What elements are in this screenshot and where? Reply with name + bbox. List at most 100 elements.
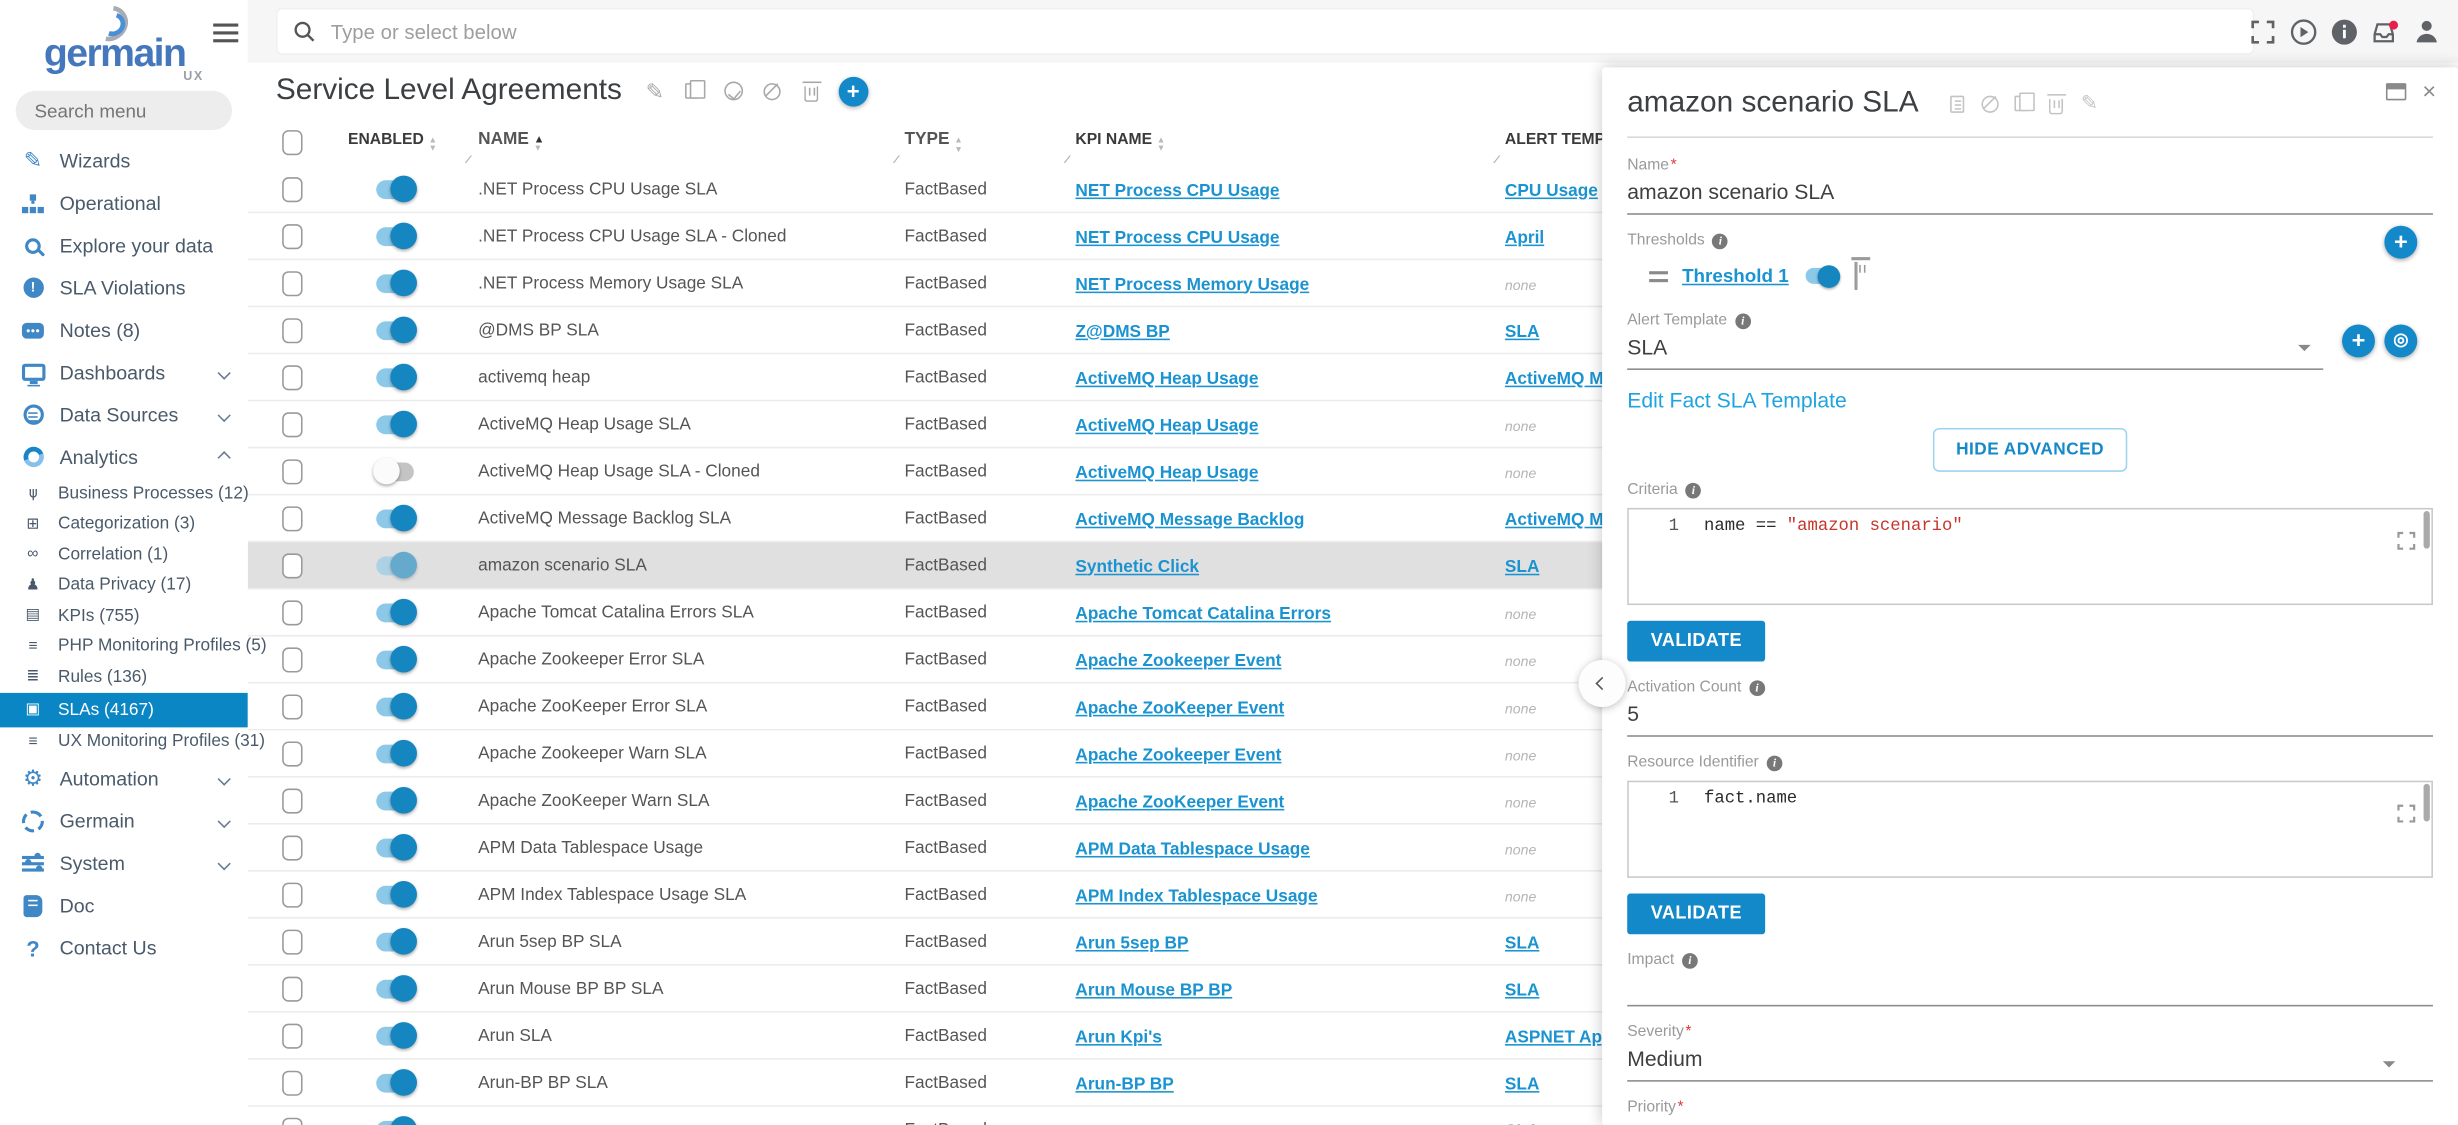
editor-scrollbar[interactable] bbox=[2424, 784, 2430, 822]
sidebar-item-php-monitoring-profiles-5-[interactable]: ≡PHP Monitoring Profiles (5) bbox=[0, 631, 248, 662]
table-row[interactable]: @DMS BP SLAFactBasedZ@DMS BPSLA bbox=[248, 307, 1834, 354]
row-checkbox[interactable] bbox=[282, 223, 302, 248]
kpi-link[interactable]: Apache Tomcat Catalina Errors bbox=[1075, 604, 1331, 623]
severity-select[interactable]: Medium bbox=[1627, 1041, 2433, 1082]
kpi-link[interactable]: ActiveMQ Heap Usage bbox=[1075, 463, 1258, 482]
delete-icon[interactable] bbox=[799, 78, 824, 103]
duplicate-icon[interactable] bbox=[682, 78, 707, 103]
validate-resource-button[interactable]: VALIDATE bbox=[1627, 894, 1765, 935]
sidebar-item-operational[interactable]: Operational bbox=[0, 182, 248, 224]
header-type[interactable]: TYPE▲▼ bbox=[905, 130, 1076, 155]
table-row[interactable]: Arun Mouse BP BP SLAFactBasedArun Mouse … bbox=[248, 966, 1834, 1013]
validate-criteria-button[interactable]: VALIDATE bbox=[1627, 621, 1765, 662]
table-row[interactable]: activemq heapFactBasedActiveMQ Heap Usag… bbox=[248, 354, 1834, 401]
select-all-checkbox[interactable] bbox=[282, 130, 302, 155]
enabled-toggle[interactable] bbox=[376, 179, 414, 198]
kpi-link[interactable]: Apache ZooKeeper Event bbox=[1075, 792, 1284, 811]
enabled-toggle[interactable] bbox=[376, 650, 414, 669]
enabled-toggle[interactable] bbox=[376, 979, 414, 998]
close-panel-icon[interactable]: × bbox=[2422, 80, 2436, 104]
table-row[interactable]: ActiveMQ Heap Usage SLA - ClonedFactBase… bbox=[248, 448, 1834, 495]
column-resize-handle[interactable]: ∕∕ bbox=[467, 155, 468, 166]
sidebar-item-correlation-1-[interactable]: ∞Correlation (1) bbox=[0, 539, 248, 570]
row-checkbox[interactable] bbox=[282, 647, 302, 672]
header-enabled[interactable]: ENABLED▲▼ bbox=[320, 131, 477, 155]
sidebar-item-explore-your-data[interactable]: Explore your data bbox=[0, 224, 248, 266]
row-checkbox[interactable] bbox=[282, 1117, 302, 1125]
row-checkbox[interactable] bbox=[282, 976, 302, 1001]
enabled-toggle[interactable] bbox=[376, 274, 414, 293]
kpi-link[interactable]: Z@DMS BP bbox=[1075, 322, 1169, 341]
target-alert-template-button[interactable]: ◎ bbox=[2384, 324, 2417, 357]
edit-fact-sla-template-link[interactable]: Edit Fact SLA Template bbox=[1627, 389, 2433, 413]
kpi-link[interactable]: ActiveMQ Heap Usage bbox=[1075, 369, 1258, 388]
delete-icon[interactable] bbox=[2046, 92, 2066, 114]
delete-threshold-icon[interactable] bbox=[1855, 262, 1858, 290]
row-checkbox[interactable] bbox=[282, 459, 302, 484]
threshold-toggle[interactable] bbox=[1806, 268, 1838, 284]
sidebar-item-ux-monitoring-profiles-31-[interactable]: ≡UX Monitoring Profiles (31) bbox=[0, 727, 248, 758]
table-row[interactable]: .NET Process Memory Usage SLAFactBasedNE… bbox=[248, 260, 1834, 307]
enabled-toggle[interactable] bbox=[376, 932, 414, 951]
table-row[interactable]: Apache Zookeeper Warn SLAFactBasedApache… bbox=[248, 731, 1834, 778]
global-search-input[interactable] bbox=[328, 18, 2237, 45]
row-checkbox[interactable] bbox=[282, 788, 302, 813]
row-checkbox[interactable] bbox=[282, 364, 302, 389]
enabled-toggle[interactable] bbox=[376, 321, 414, 340]
alert-template-select[interactable]: SLA bbox=[1627, 329, 2323, 370]
alert-template-link[interactable]: SLA bbox=[1505, 1122, 1539, 1125]
sidebar-item-system[interactable]: System bbox=[0, 842, 248, 884]
row-checkbox[interactable] bbox=[282, 835, 302, 860]
row-checkbox[interactable] bbox=[282, 882, 302, 907]
fullscreen-icon[interactable] bbox=[2250, 18, 2277, 45]
activation-count-field[interactable]: 5 bbox=[1627, 696, 2433, 737]
sidebar-item-notes-8-[interactable]: Notes (8) bbox=[0, 309, 248, 351]
user-profile-icon[interactable] bbox=[2413, 18, 2440, 45]
row-checkbox[interactable] bbox=[282, 412, 302, 437]
kpi-link[interactable]: ActiveMQ Heap Usage bbox=[1075, 416, 1258, 435]
sidebar-item-rules-136-[interactable]: ≣Rules (136) bbox=[0, 662, 248, 693]
alert-template-link[interactable]: SLA bbox=[1505, 322, 1539, 341]
header-kpi[interactable]: KPI NAME▲▼ bbox=[1075, 131, 1505, 155]
header-name[interactable]: NAME▲▼ bbox=[477, 131, 905, 155]
table-row[interactable]: ActiveMQ Message Backlog SLAFactBasedAct… bbox=[248, 495, 1834, 542]
sidebar-item-categorization-3-[interactable]: ⊞Categorization (3) bbox=[0, 509, 248, 540]
sidebar-item-automation[interactable]: ⚙Automation bbox=[0, 757, 248, 799]
alert-template-link[interactable]: SLA bbox=[1505, 557, 1539, 576]
enabled-toggle[interactable] bbox=[376, 885, 414, 904]
sidebar-item-dashboards[interactable]: Dashboards bbox=[0, 351, 248, 393]
table-row[interactable]: Arun SLAFactBasedArun Kpi'sASPNET Appli bbox=[248, 1013, 1834, 1060]
sidebar-item-germain[interactable]: Germain bbox=[0, 799, 248, 841]
row-checkbox[interactable] bbox=[282, 929, 302, 954]
enabled-toggle[interactable] bbox=[376, 1120, 414, 1125]
sidebar-item-business-processes-12-[interactable]: ⋔Business Processes (12) bbox=[0, 478, 248, 509]
row-checkbox[interactable] bbox=[282, 1023, 302, 1048]
enabled-toggle[interactable] bbox=[376, 415, 414, 434]
enabled-toggle[interactable] bbox=[376, 697, 414, 716]
row-checkbox[interactable] bbox=[282, 176, 302, 201]
editor-scrollbar[interactable] bbox=[2424, 511, 2430, 549]
row-checkbox[interactable] bbox=[282, 694, 302, 719]
kpi-link[interactable]: Arun 5sep BP bbox=[1075, 934, 1188, 953]
kpi-link[interactable]: Apache Zookeeper Event bbox=[1075, 651, 1281, 670]
column-resize-handle[interactable]: ∕∕ bbox=[895, 155, 896, 166]
enabled-toggle[interactable] bbox=[376, 227, 414, 246]
kpi-link[interactable]: NET Process CPU Usage bbox=[1075, 181, 1279, 200]
alert-template-link[interactable]: SLA bbox=[1505, 981, 1539, 1000]
table-row[interactable]: APM Index Tablespace Usage SLAFactBasedA… bbox=[248, 872, 1834, 919]
alert-template-link[interactable]: CPU Usage bbox=[1505, 181, 1598, 200]
sidebar-item-kpis-755-[interactable]: ▤KPIs (755) bbox=[0, 600, 248, 631]
kpi-link[interactable]: Arun-BP BP bbox=[1075, 1075, 1173, 1094]
table-row[interactable]: amazon scenario SLAFactBasedSynthetic Cl… bbox=[248, 542, 1834, 589]
kpi-link[interactable]: APM Index Tablespace Usage bbox=[1075, 886, 1317, 905]
kpi-link[interactable]: ActiveMQ Message Backlog bbox=[1075, 510, 1304, 529]
table-row[interactable]: .NET Process CPU Usage SLA - ClonedFactB… bbox=[248, 213, 1834, 260]
enabled-toggle[interactable] bbox=[376, 791, 414, 810]
table-row[interactable]: FactBasedSLA bbox=[248, 1107, 1834, 1125]
panel-collapse-button[interactable] bbox=[1579, 660, 1626, 707]
kpi-link[interactable]: Apache ZooKeeper Event bbox=[1075, 698, 1284, 717]
expand-editor-icon[interactable] bbox=[2397, 531, 2416, 550]
table-row[interactable]: Arun 5sep BP SLAFactBasedArun 5sep BPSLA bbox=[248, 919, 1834, 966]
row-checkbox[interactable] bbox=[282, 270, 302, 295]
add-alert-template-button[interactable]: + bbox=[2342, 324, 2375, 357]
